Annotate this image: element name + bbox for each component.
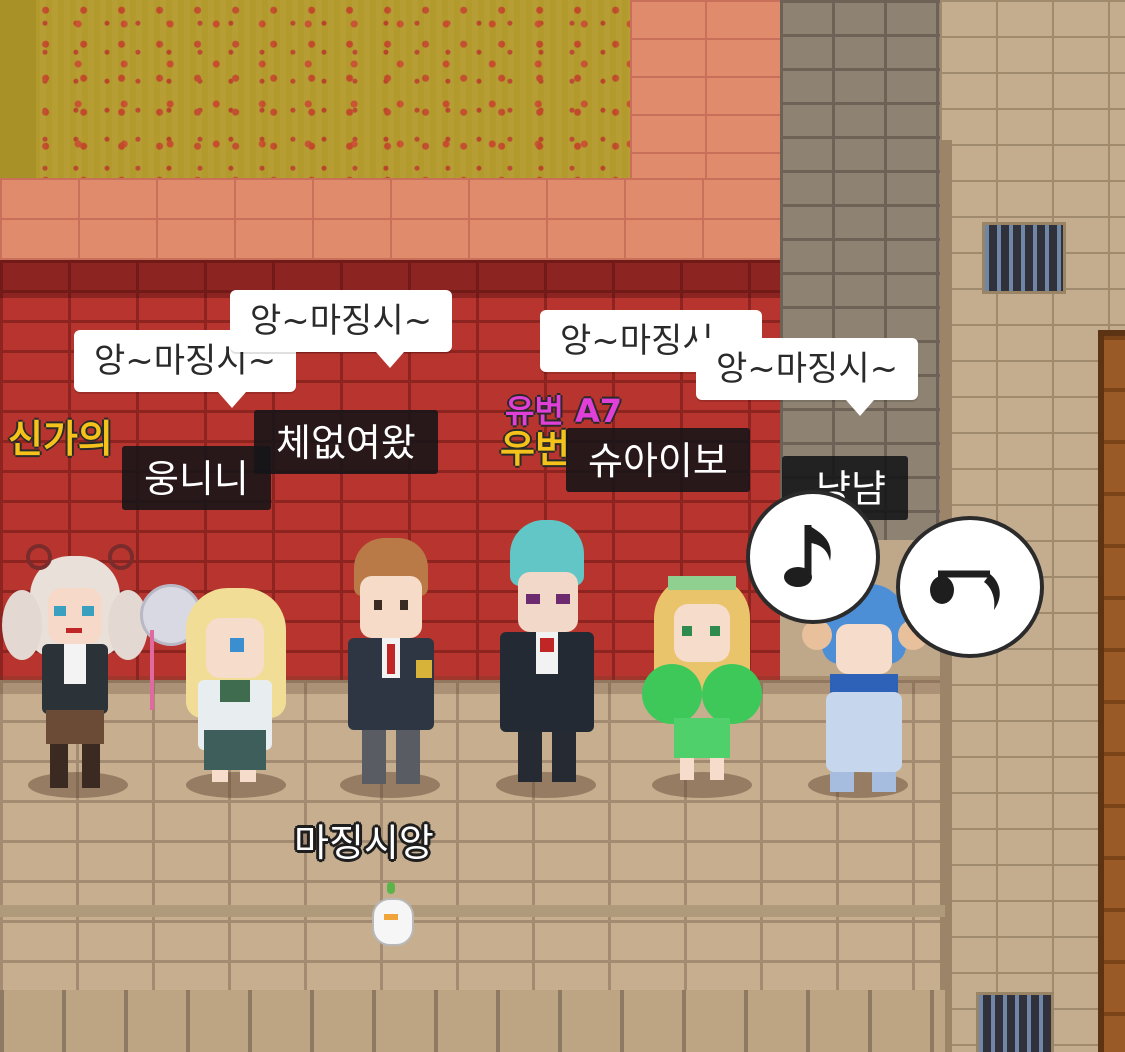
eighth-note-icon <box>784 525 831 587</box>
character-teal-hair-boy[interactable] <box>492 520 602 782</box>
floor-border <box>0 905 945 917</box>
floor-band <box>0 990 945 1052</box>
chat-bubble: 앙~마징시~ <box>696 338 919 400</box>
eighth-note-icon <box>746 490 880 624</box>
nameplate[interactable]: 슈아이보 <box>566 428 750 492</box>
window-grate-top <box>982 222 1066 294</box>
garden-texture <box>40 0 630 178</box>
bubble-tail <box>376 352 404 368</box>
character-brown-hair-boy[interactable] <box>336 536 446 796</box>
nameplate[interactable]: 웅니니 <box>122 446 271 510</box>
character-blonde-girl[interactable] <box>180 580 290 840</box>
eighth-note-sideways-icon <box>930 570 1000 610</box>
balloon-string <box>150 630 168 710</box>
yellow-name-label: 우번 <box>500 427 570 471</box>
game-scene[interactable]: 신가의 유번 A7 우번 웅니니 체없여왔 슈아이보 냥냠 앙~마징시~ 앙~마… <box>0 0 1125 1052</box>
nameplate[interactable]: 체없여왔 <box>254 410 438 474</box>
yellow-name-label: 신가의 <box>8 417 113 461</box>
window-grate-bottom <box>976 992 1054 1052</box>
brick-ledge <box>0 178 780 260</box>
garden-edge <box>0 0 36 178</box>
chat-bubble: 앙~마징시~ <box>230 290 453 352</box>
bubble-tail <box>218 392 246 408</box>
eighth-note-sideways-icon <box>896 516 1044 658</box>
floor-shadow <box>0 676 940 694</box>
bubble-tail <box>846 400 874 416</box>
wooden-door[interactable] <box>1098 330 1125 1052</box>
character-cheerleader[interactable] <box>642 568 762 828</box>
character-jester-girl[interactable] <box>2 540 148 800</box>
duck-pet[interactable] <box>368 882 414 946</box>
pet-name-label: 마징시앙 <box>294 821 434 865</box>
